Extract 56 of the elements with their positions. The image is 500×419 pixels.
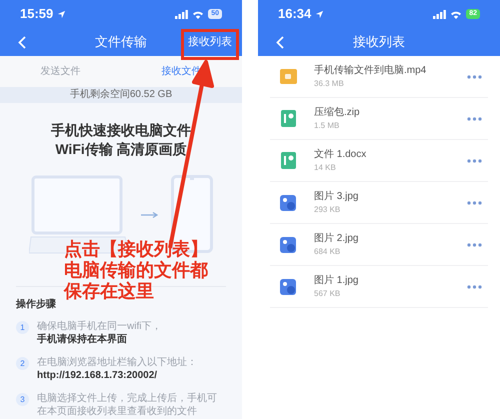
step-number: 3 xyxy=(16,393,29,406)
file-size: 293 KB xyxy=(314,204,342,216)
location-icon xyxy=(57,10,66,18)
file-row[interactable]: 图片 1.jpg 567 KB xyxy=(270,266,488,308)
headline: WiFi传输 高清原画质 xyxy=(55,140,187,159)
step-detail: http://192.168.1.73:20002/ xyxy=(37,369,158,382)
wifi-icon xyxy=(192,10,204,18)
file-row[interactable]: 文件 1.docx 14 KB xyxy=(270,140,488,182)
wifi-icon xyxy=(450,10,462,18)
more-icon[interactable] xyxy=(467,200,482,204)
step-detail: 手机请保持在本界面 xyxy=(37,333,128,346)
annotation-text: 电脑传输的文件都 xyxy=(64,260,208,281)
storage-info: 手机剩余空间60.52 GB xyxy=(70,90,172,100)
step-text: 电脑选择文件上传，完成上传后，手机可在本页面接收列表里查看收到的文件 xyxy=(37,392,218,418)
file-row[interactable]: 手机传输文件到电脑.mp4 36.3 MB xyxy=(270,56,488,98)
step-text: 确保电脑手机在同一wifi下， xyxy=(37,320,162,333)
more-icon[interactable] xyxy=(467,116,482,120)
file-row[interactable]: 图片 2.jpg 684 KB xyxy=(270,224,488,266)
headline: 手机快速接收电脑文件 xyxy=(51,121,191,140)
file-name: 压缩包.zip xyxy=(314,106,361,120)
more-icon[interactable] xyxy=(467,284,482,288)
signal-icon xyxy=(433,10,446,18)
image-file-icon xyxy=(280,194,296,210)
signal-icon xyxy=(175,10,188,18)
file-size: 14 KB xyxy=(314,162,337,174)
annotation-text: 保存在这里 xyxy=(64,281,154,302)
file-size: 36.3 MB xyxy=(314,78,345,90)
step-number: 1 xyxy=(16,321,29,334)
arrow-icon xyxy=(141,212,159,218)
file-name: 手机传输文件到电脑.mp4 xyxy=(314,64,428,78)
screen-title: 接收列表 xyxy=(353,33,405,52)
file-name: 文件 1.docx xyxy=(314,148,368,162)
step-text: 在电脑浏览器地址栏输入以下地址： xyxy=(37,356,197,369)
screen-title: 文件传输 xyxy=(95,33,147,52)
file-row[interactable]: 图片 3.jpg 293 KB xyxy=(270,182,488,224)
file-size: 1.5 MB xyxy=(314,120,340,132)
back-icon[interactable] xyxy=(18,36,26,49)
more-icon[interactable] xyxy=(467,158,482,162)
file-row[interactable]: 压缩包.zip 1.5 MB xyxy=(270,98,488,140)
status-time: 16:34 xyxy=(278,5,312,24)
image-file-icon xyxy=(280,236,296,252)
file-name: 图片 2.jpg xyxy=(314,232,360,246)
location-icon xyxy=(315,10,324,18)
receive-list-button[interactable]: 接收列表 xyxy=(184,32,236,52)
file-name: 图片 3.jpg xyxy=(314,190,360,204)
image-file-icon xyxy=(280,278,296,294)
more-icon[interactable] xyxy=(467,242,482,246)
back-icon[interactable] xyxy=(276,36,284,49)
file-name: 图片 1.jpg xyxy=(314,274,360,288)
status-time: 15:59 xyxy=(20,5,54,24)
section-title: 操作步骤 xyxy=(16,298,56,312)
file-size: 567 KB xyxy=(314,288,342,300)
step-number: 2 xyxy=(16,357,29,370)
file-size: 684 KB xyxy=(314,246,342,258)
highlight-frame xyxy=(181,29,239,60)
more-icon[interactable] xyxy=(467,74,482,78)
